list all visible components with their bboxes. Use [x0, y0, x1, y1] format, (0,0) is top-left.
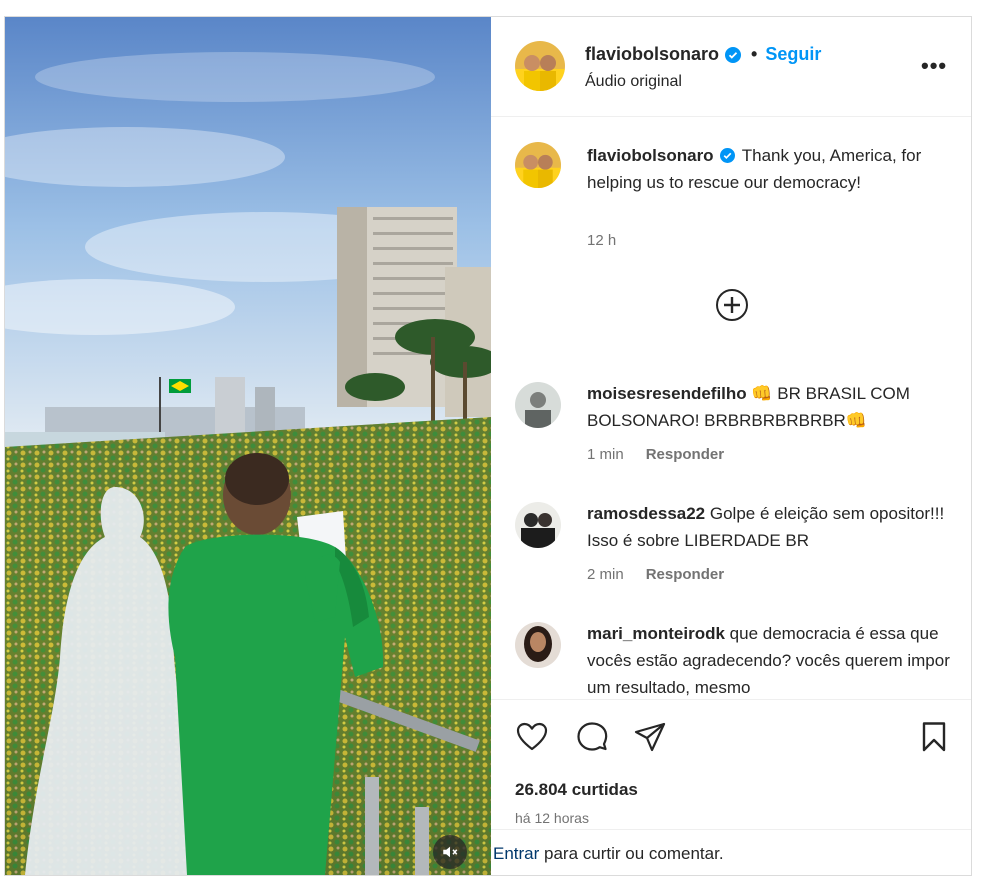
comment-meta: 1 min Responder	[587, 446, 724, 463]
mute-icon	[443, 846, 458, 858]
caption-username[interactable]: flaviobolsonaro	[587, 146, 714, 165]
comment-username[interactable]: mari_monteirodk	[587, 624, 725, 643]
post-header: flaviobolsonaro • Seguir Áudio original …	[491, 17, 971, 117]
caption-meta: 12 h	[587, 232, 616, 249]
heart-icon[interactable]	[515, 720, 549, 754]
author-avatar[interactable]	[515, 41, 565, 91]
caption-avatar-image	[515, 142, 561, 188]
share-icon[interactable]	[633, 720, 667, 754]
audio-label[interactable]: Áudio original	[585, 73, 682, 91]
post-actions: 26.804 curtidas há 12 horas	[491, 699, 971, 829]
comment-meta: 2 min Responder	[587, 566, 724, 583]
reply-button[interactable]: Responder	[646, 566, 724, 583]
add-circle-icon[interactable]	[715, 288, 749, 322]
rally-scene-image	[5, 17, 491, 875]
comment-avatar[interactable]	[515, 502, 561, 548]
comment-text: ramosdessa22 Golpe é eleição sem oposito…	[587, 500, 957, 554]
comment-username[interactable]: ramosdessa22	[587, 504, 705, 523]
comment-avatar-image	[515, 502, 561, 548]
comment-username[interactable]: moisesresendefilho	[587, 384, 747, 403]
reply-button[interactable]: Responder	[646, 446, 724, 463]
caption-avatar[interactable]	[515, 142, 561, 188]
comment-time[interactable]: 1 min	[587, 446, 624, 463]
separator-dot: •	[751, 44, 758, 64]
comment-icon[interactable]	[575, 720, 609, 754]
comment-avatar[interactable]	[515, 622, 561, 668]
post-time[interactable]: há 12 horas	[515, 810, 589, 826]
comment-avatar-image	[515, 622, 561, 668]
verified-icon	[720, 148, 736, 163]
comments-list[interactable]: flaviobolsonaro Thank you, America, for …	[491, 118, 971, 698]
comment-avatar-image	[515, 382, 561, 428]
follow-button[interactable]: Seguir	[765, 44, 821, 65]
instagram-post: flaviobolsonaro • Seguir Áudio original …	[4, 16, 972, 876]
post-video[interactable]	[5, 17, 491, 875]
author-username[interactable]: flaviobolsonaro	[585, 44, 719, 65]
caption-time[interactable]: 12 h	[587, 232, 616, 249]
comment-text: mari_monteirodk que democracia é essa qu…	[587, 620, 957, 698]
login-link[interactable]: Entrar	[493, 844, 539, 863]
mute-button[interactable]	[433, 835, 467, 869]
likes-count[interactable]: 26.804 curtidas	[515, 780, 638, 800]
more-options-button[interactable]: •••	[921, 53, 947, 79]
author-username-row: flaviobolsonaro • Seguir	[585, 44, 821, 65]
login-prompt: Entrar para curtir ou comentar.	[491, 829, 971, 875]
caption-text: flaviobolsonaro Thank you, America, for …	[587, 142, 957, 196]
comment-avatar[interactable]	[515, 382, 561, 428]
bookmark-icon[interactable]	[917, 720, 951, 754]
more-icon: •••	[921, 53, 948, 78]
verified-icon	[725, 46, 742, 63]
author-avatar-image	[515, 41, 565, 91]
post-sidebar: flaviobolsonaro • Seguir Áudio original …	[491, 17, 971, 875]
comment-text: moisesresendefilho 👊 BR BRASIL COM BOLSO…	[587, 380, 957, 434]
login-prompt-text: para curtir ou comentar.	[539, 844, 724, 863]
comment-time[interactable]: 2 min	[587, 566, 624, 583]
